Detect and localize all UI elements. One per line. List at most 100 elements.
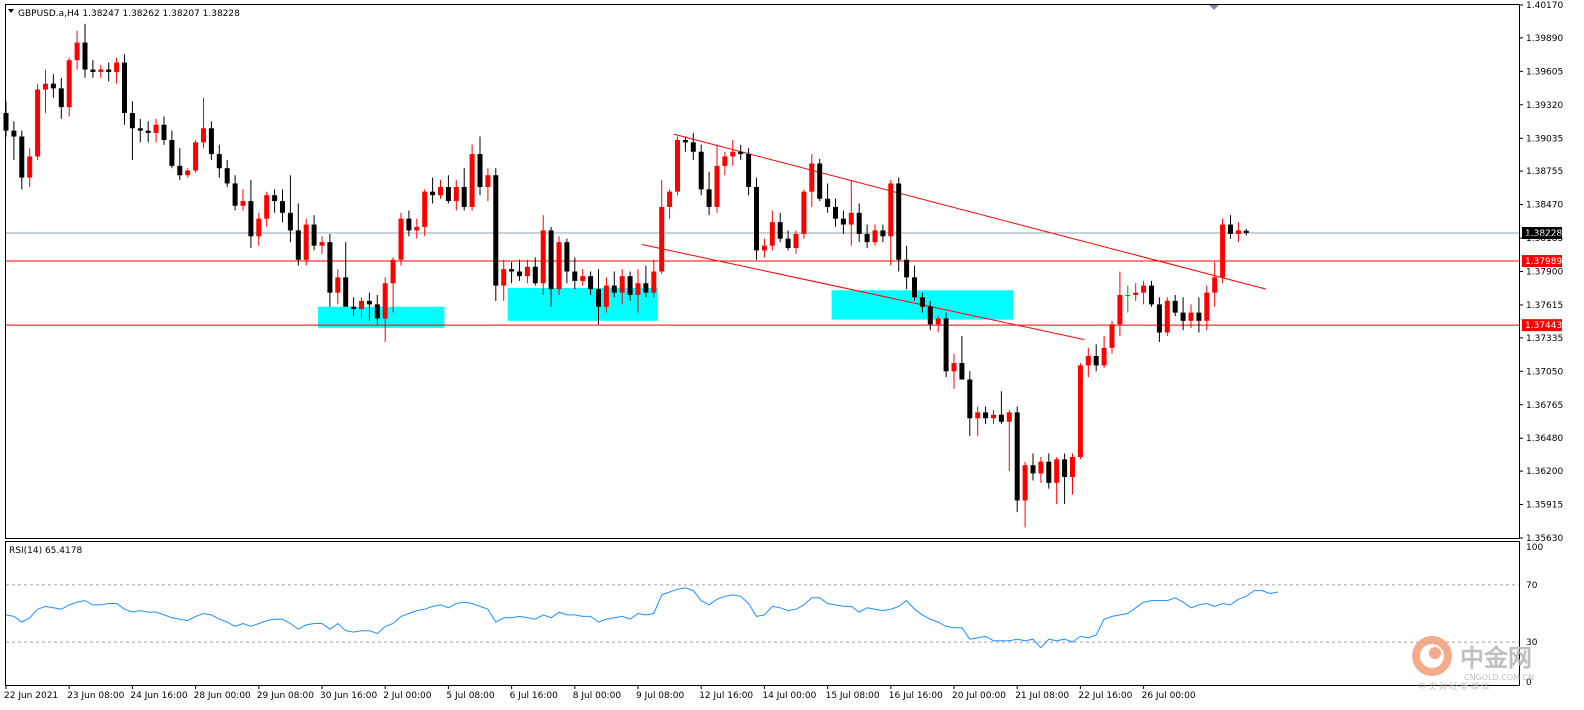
time-tick-label: 12 Jul 16:00 — [699, 691, 753, 701]
candle-body — [1070, 456, 1075, 477]
candle — [469, 144, 475, 211]
candle — [698, 144, 704, 196]
candle — [943, 312, 949, 378]
candle-body — [588, 276, 594, 290]
candle-body — [738, 151, 744, 155]
candle-body — [793, 233, 799, 249]
candle-body — [619, 276, 625, 293]
candle-body — [1180, 312, 1186, 321]
candle-body — [295, 230, 301, 260]
time-tick-label: 26 Jul 00:00 — [1142, 691, 1196, 701]
candle-body — [833, 206, 838, 219]
time-tick-label: 30 Jun 16:00 — [320, 691, 377, 701]
candle-body — [406, 218, 412, 231]
candle — [303, 218, 309, 266]
price-tick-label: 1.39035 — [1526, 134, 1563, 144]
candle — [1164, 297, 1170, 337]
candle-body — [754, 186, 759, 251]
candle-body — [864, 233, 870, 243]
candle-body — [58, 88, 64, 108]
price-tick-label: 1.38755 — [1526, 167, 1563, 177]
support-zone — [507, 287, 658, 321]
price-tick-label: 1.38185 — [1526, 234, 1563, 244]
candle-body — [1038, 461, 1044, 474]
price-tick-label: 1.40170 — [1526, 1, 1563, 11]
candle-body — [374, 304, 380, 319]
time-tick-label: 14 Jul 00:00 — [762, 691, 816, 701]
candle-body — [548, 230, 554, 290]
candle-body — [580, 276, 586, 281]
candle-body — [153, 124, 159, 133]
candle-body — [145, 130, 151, 133]
time-tick-label: 16 Jul 16:00 — [889, 691, 943, 701]
candle-body — [627, 276, 633, 295]
price-tick-label: 1.37050 — [1526, 367, 1563, 377]
candle-body — [919, 297, 925, 307]
candle-body — [50, 83, 56, 89]
price-tag-label: 1.37989 — [1525, 257, 1562, 267]
candle-body — [66, 60, 72, 108]
candle-body — [904, 259, 910, 278]
price-tick-label: 1.36765 — [1526, 401, 1563, 411]
price-tick-label: 1.36200 — [1526, 467, 1563, 477]
candle-body — [635, 283, 641, 295]
time-tick-label: 5 Jul 08:00 — [446, 691, 495, 701]
candle-body — [351, 306, 357, 310]
candle-body — [659, 206, 665, 272]
candle-body — [122, 62, 127, 114]
candle-body — [335, 277, 341, 293]
candle-body — [106, 69, 112, 72]
candle-body — [667, 191, 673, 207]
candle-body — [998, 414, 1004, 422]
candle-body — [287, 212, 293, 231]
candle-body — [485, 175, 491, 187]
candle — [398, 212, 404, 266]
candle-body — [82, 42, 88, 70]
candle — [1014, 406, 1020, 513]
candle-body — [935, 318, 941, 325]
candle-body — [880, 230, 886, 237]
candle-body — [280, 201, 285, 213]
candle-body — [651, 271, 657, 293]
candle-body — [129, 113, 135, 129]
candle-body — [1204, 292, 1210, 321]
candle-body — [975, 412, 981, 419]
candle-body — [556, 242, 562, 290]
candle-body — [74, 42, 80, 61]
candle — [35, 83, 41, 160]
candle — [675, 136, 680, 196]
candle-body — [1228, 224, 1233, 234]
candle-body — [1164, 300, 1170, 333]
candle — [193, 140, 199, 173]
candle-body — [224, 168, 230, 184]
candle-body — [509, 269, 515, 272]
candle-body — [722, 156, 728, 166]
time-tick-label: 15 Jul 08:00 — [826, 691, 880, 701]
candle-body — [532, 266, 538, 284]
candle-body — [422, 191, 428, 227]
candle-body — [185, 170, 191, 176]
candle-body — [114, 62, 120, 72]
candle-body — [327, 242, 333, 293]
candle-body — [272, 195, 278, 202]
candle-body — [35, 89, 41, 157]
candle — [493, 168, 499, 301]
candle-body — [1014, 412, 1020, 501]
candle-body — [216, 154, 222, 169]
candle-body — [1077, 365, 1083, 457]
price-tick-label: 1.39320 — [1526, 101, 1563, 111]
price-tick-label: 1.37335 — [1526, 334, 1563, 344]
candle-body — [1220, 224, 1226, 278]
rsi-tick-label: 100 — [1526, 543, 1543, 553]
candle-body — [1085, 356, 1091, 366]
price-tick-label: 1.35915 — [1526, 501, 1563, 511]
logo-center-icon — [1429, 647, 1441, 659]
candle-body — [1149, 285, 1154, 305]
watermark-logo-text: 中金网 — [1460, 644, 1532, 672]
candle-body — [445, 186, 451, 202]
candle-body — [430, 191, 436, 196]
candle-body — [927, 306, 933, 325]
watermark-domain: CNGOLD.COM.CN — [1464, 673, 1534, 682]
candle-body — [872, 230, 878, 243]
time-tick-label: 21 Jul 08:00 — [1015, 691, 1069, 701]
